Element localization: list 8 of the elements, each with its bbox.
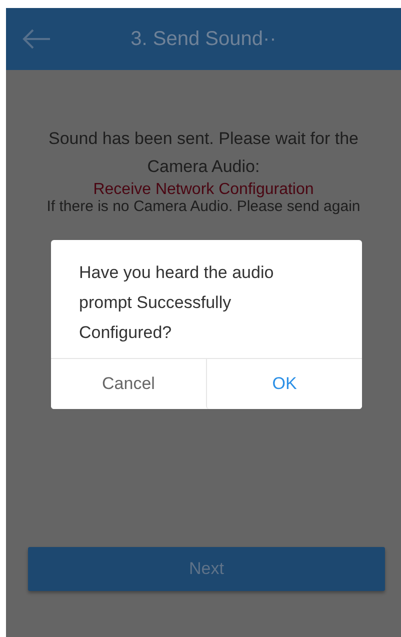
ok-button[interactable]: OK [206,359,362,409]
expected-audio-text: Receive Network Configuration [92,181,315,199]
next-button[interactable]: Next [28,547,385,591]
back-arrow-icon[interactable] [22,28,52,50]
resend-hint: If there is no Camera Audio. Please send again [46,199,361,215]
status-message: Sound has been sent. Please wait for the Camera Audio: [48,128,360,178]
dialog-message: Have you heard the audio prompt Successfully Configured? [78,262,275,344]
page-title: 3. Send Sound·· [130,28,276,50]
